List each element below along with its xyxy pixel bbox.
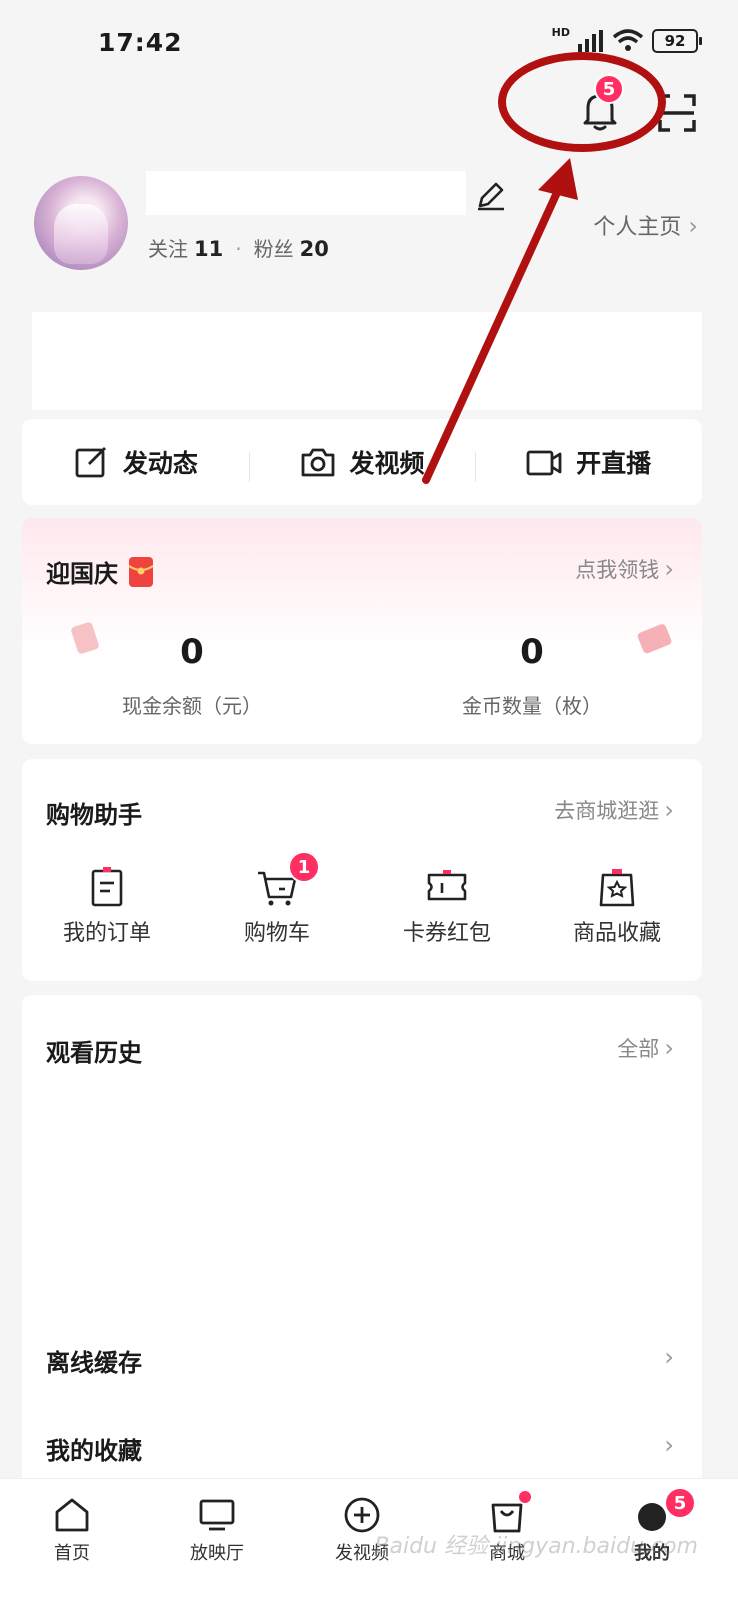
followers-label: 粉丝 [253,237,294,261]
mall-notification-dot [519,1491,531,1503]
go-live-button[interactable]: 开直播 [475,444,702,482]
banner-placeholder[interactable] [32,312,702,410]
shopping-assistant-card: 购物助手 去商城逛逛 › 我的订单 购物车 1 卡券红包 商品收藏 [22,759,702,981]
wallet-title: 迎国庆 [46,560,118,588]
action-label: 发视频 [349,449,425,478]
nav-home[interactable]: 首页 [22,1495,122,1565]
status-time: 17:42 [98,28,183,57]
chevron-right-icon: › [664,1431,674,1459]
post-moment-button[interactable]: 发动态 [22,444,249,480]
watermark: Baidu 经验 jingyan.baidu.com [374,1534,698,1559]
username-placeholder [146,171,466,215]
avatar[interactable] [34,176,128,270]
wifi-icon [612,29,644,51]
stats-separator: · [235,237,242,261]
chevron-right-icon: › [664,1034,674,1062]
quick-actions: 发动态 发视频 开直播 [22,419,702,505]
history-all-link[interactable]: 全部 › [617,1033,674,1063]
homepage-link[interactable]: 个人主页 › [593,209,698,241]
nav-theater[interactable]: 放映厅 [167,1495,267,1565]
action-label: 发动态 [122,449,198,478]
chevron-right-icon: › [664,796,674,824]
cash-balance-label: 现金余额（元） [122,694,262,718]
history-all-label: 全部 [617,1037,660,1061]
followers-count: 20 [299,237,329,261]
home-icon [55,1498,89,1532]
signal-icon [578,30,603,52]
cart-button[interactable]: 购物车 1 [192,851,362,947]
shop-item-label: 卡券红包 [402,921,491,946]
chevron-right-icon: › [664,555,674,583]
my-orders-button[interactable]: 我的订单 [22,865,192,947]
cash-balance[interactable]: 0 现金余额（元） [22,632,362,719]
star-bag-icon [599,869,635,907]
coupons-button[interactable]: 卡券红包 [362,865,532,947]
annotation-ellipse [498,52,666,152]
order-icon [91,867,123,907]
cash-balance-value: 0 [180,632,204,672]
coin-balance-label: 金币数量（枚） [462,694,602,718]
nav-label: 首页 [54,1543,90,1564]
shop-item-label: 我的订单 [62,921,151,946]
monitor-icon [199,1499,235,1531]
go-mall-link[interactable]: 去商城逛逛 › [554,795,674,825]
pencil-icon [478,182,504,211]
video-camera-icon [526,450,562,476]
following-label: 关注 [148,237,188,261]
chevron-right-icon: › [688,212,698,240]
shop-item-label: 商品收藏 [572,921,661,946]
coin-balance-value: 0 [520,632,544,672]
network-type: HD [551,26,570,39]
follow-stats[interactable]: 关注 11 · 粉丝 20 [148,233,329,262]
shop-item-label: 购物车 [243,921,310,946]
claim-money-label: 点我领钱 [575,558,660,582]
camera-icon [301,448,334,477]
favorite-products-button[interactable]: 商品收藏 [532,865,702,947]
history-title: 观看历史 [46,1039,142,1067]
post-video-button[interactable]: 发视频 [248,444,476,482]
my-favorites-row[interactable]: 我的收藏 › [22,1423,702,1473]
battery-indicator: 92 [652,29,702,53]
action-label: 开直播 [576,449,652,478]
red-envelope-icon [128,556,154,587]
menu-label: 离线缓存 [46,1349,142,1377]
wallet-card: 迎国庆 点我领钱 › 0 现金余额（元） 0 金币数量（枚） [22,518,702,744]
nav-label: 放映厅 [190,1543,244,1564]
watch-history-card: 观看历史 全部 › 离线缓存 › 我的收藏 › [22,995,702,1485]
menu-label: 我的收藏 [46,1437,142,1465]
go-mall-label: 去商城逛逛 [554,799,660,823]
homepage-link-label: 个人主页 [593,215,682,240]
me-badge: 5 [664,1487,696,1519]
edit-square-icon [75,447,106,478]
coupon-icon [427,870,467,901]
edit-profile-button[interactable] [474,178,508,212]
cart-badge: 1 [288,851,320,883]
chevron-right-icon: › [664,1343,674,1371]
following-count: 11 [194,237,224,261]
claim-money-link[interactable]: 点我领钱 › [575,554,674,584]
coin-balance[interactable]: 0 金币数量（枚） [362,632,702,719]
offline-cache-row[interactable]: 离线缓存 › [22,1335,702,1385]
shopping-title: 购物助手 [46,801,142,829]
